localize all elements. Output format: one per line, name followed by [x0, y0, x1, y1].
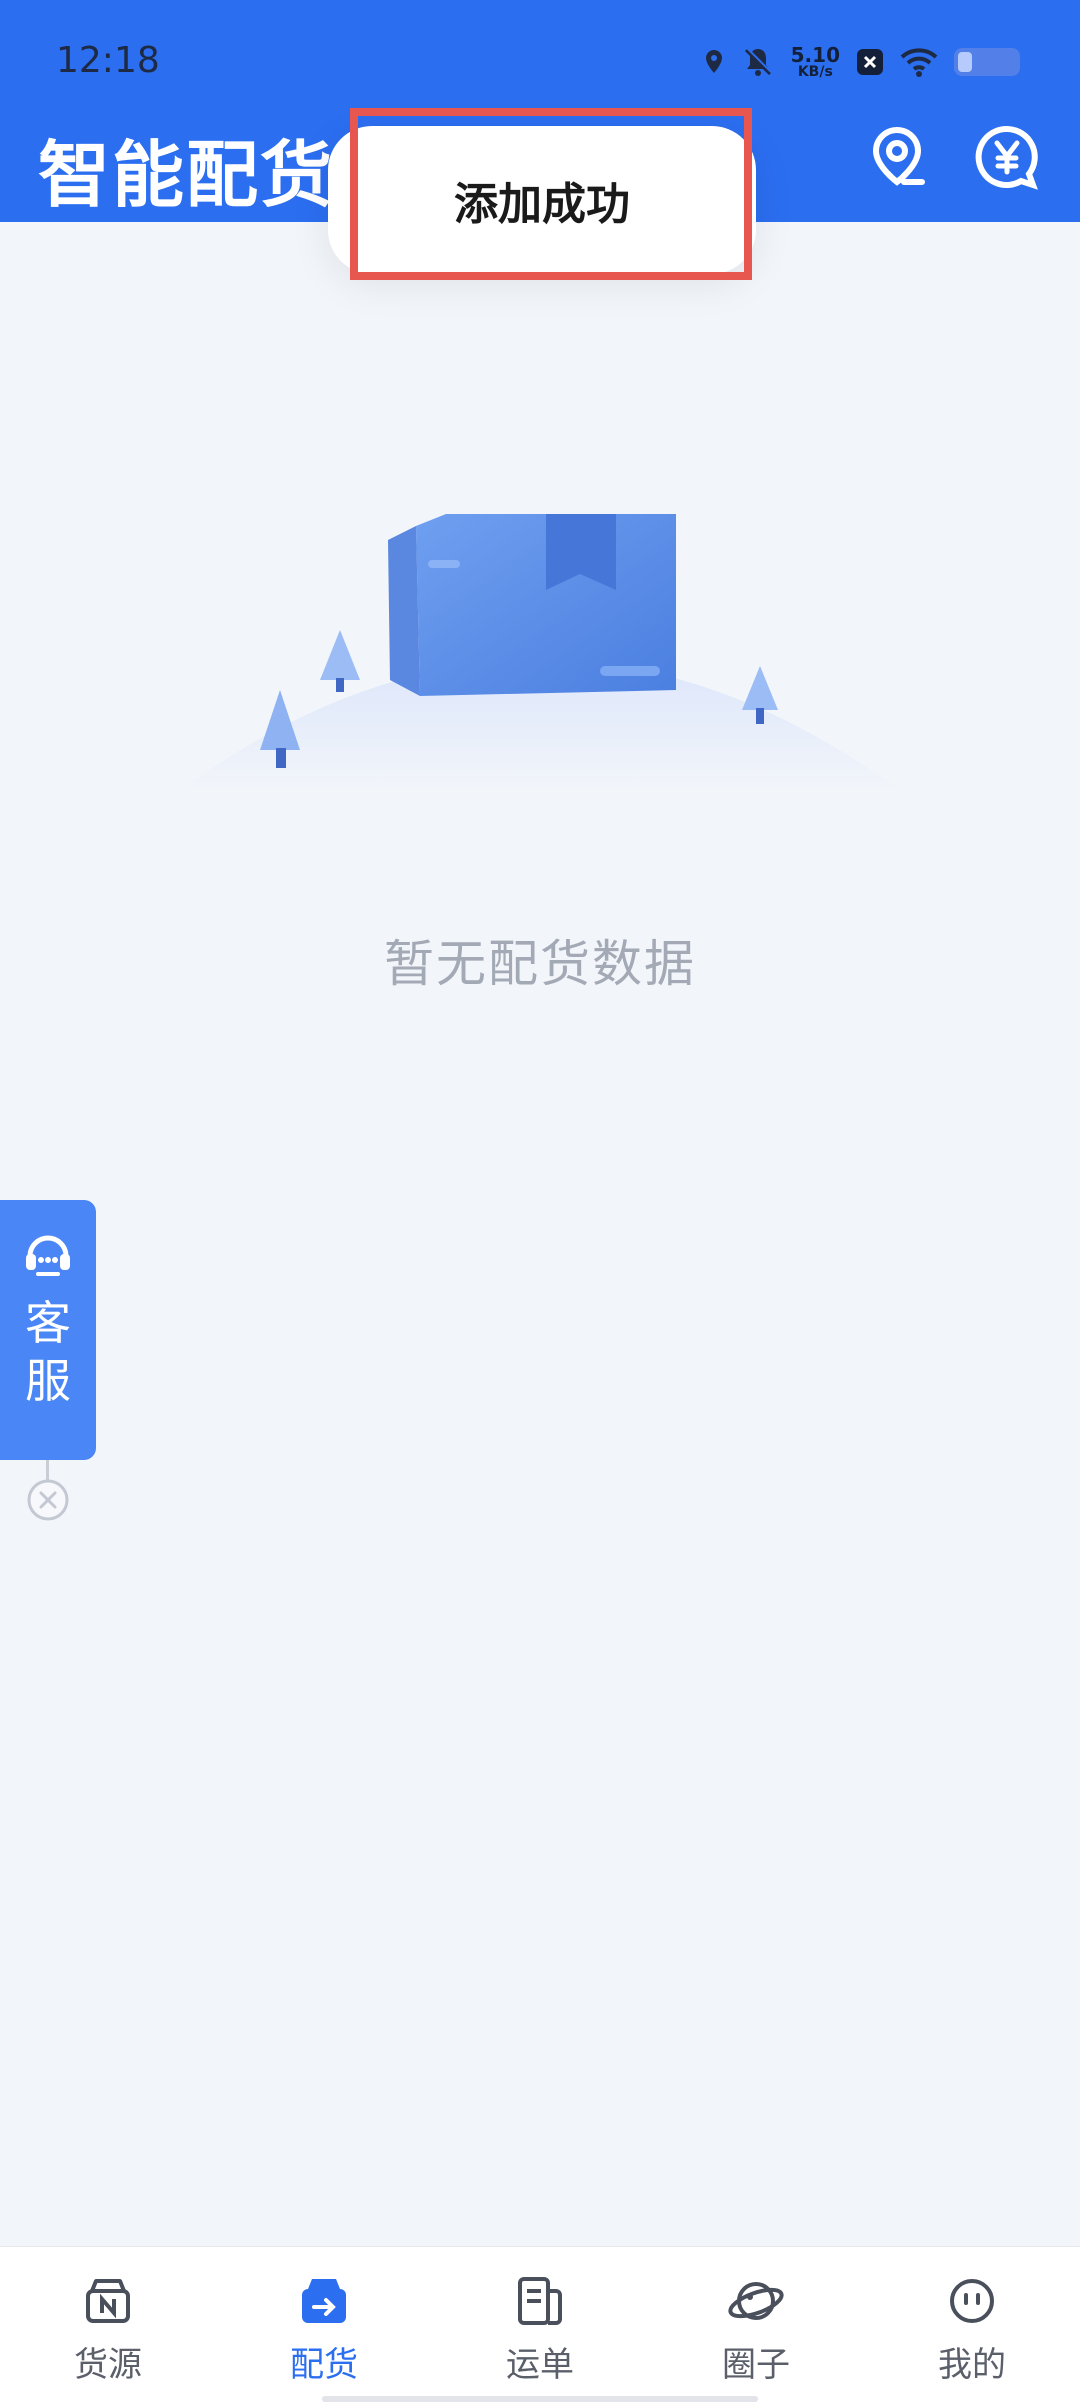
dispatch-icon	[302, 2279, 346, 2323]
tab-cargo[interactable]: 货源	[0, 2247, 216, 2408]
yen-chat-icon[interactable]	[974, 124, 1040, 190]
face-icon	[950, 2279, 994, 2323]
tab-label-dispatch: 配货	[290, 2345, 358, 2385]
customer-service-button[interactable]: 客服	[0, 1200, 96, 1460]
tab-label-cargo: 货源	[74, 2345, 142, 2385]
cargo-icon	[86, 2279, 130, 2323]
status-icons: 5.10 KB/s	[703, 42, 1020, 82]
headset-icon	[26, 1235, 70, 1276]
wifi-icon	[900, 48, 938, 77]
waybill-icon	[518, 2277, 562, 2325]
tab-circle[interactable]: 圈子	[648, 2247, 864, 2408]
tab-dispatch[interactable]: 配货	[216, 2247, 432, 2408]
tab-label-waybill: 运单	[506, 2345, 574, 2385]
box-on-hill-icon	[180, 514, 900, 790]
tab-label-circle: 圈子	[722, 2345, 790, 2385]
x-app-icon	[857, 49, 883, 75]
battery-icon	[954, 48, 1020, 76]
location-pin-icon[interactable]	[864, 124, 930, 190]
location-icon	[705, 50, 722, 73]
bell-off-icon	[744, 47, 772, 76]
status-bar: 12:18 5.10 KB/s	[0, 0, 1080, 110]
close-circle-icon[interactable]	[26, 1478, 70, 1522]
empty-state-text: 暂无配货数据	[384, 935, 696, 993]
customer-service-label: 客服	[25, 1296, 71, 1408]
home-indicator	[322, 2396, 758, 2402]
highlight-box	[350, 108, 752, 280]
tab-waybill[interactable]: 运单	[432, 2247, 648, 2408]
page-title: 智能配货	[38, 133, 335, 217]
status-time: 12:18	[56, 40, 160, 81]
planet-icon	[728, 2282, 784, 2320]
tab-label-mine: 我的	[938, 2345, 1006, 2385]
tab-mine[interactable]: 我的	[864, 2247, 1080, 2408]
net-speed: 5.10 KB/s	[790, 43, 840, 80]
bottom-nav: 货源 配货 运单 圈子 我的	[0, 2246, 1080, 2408]
